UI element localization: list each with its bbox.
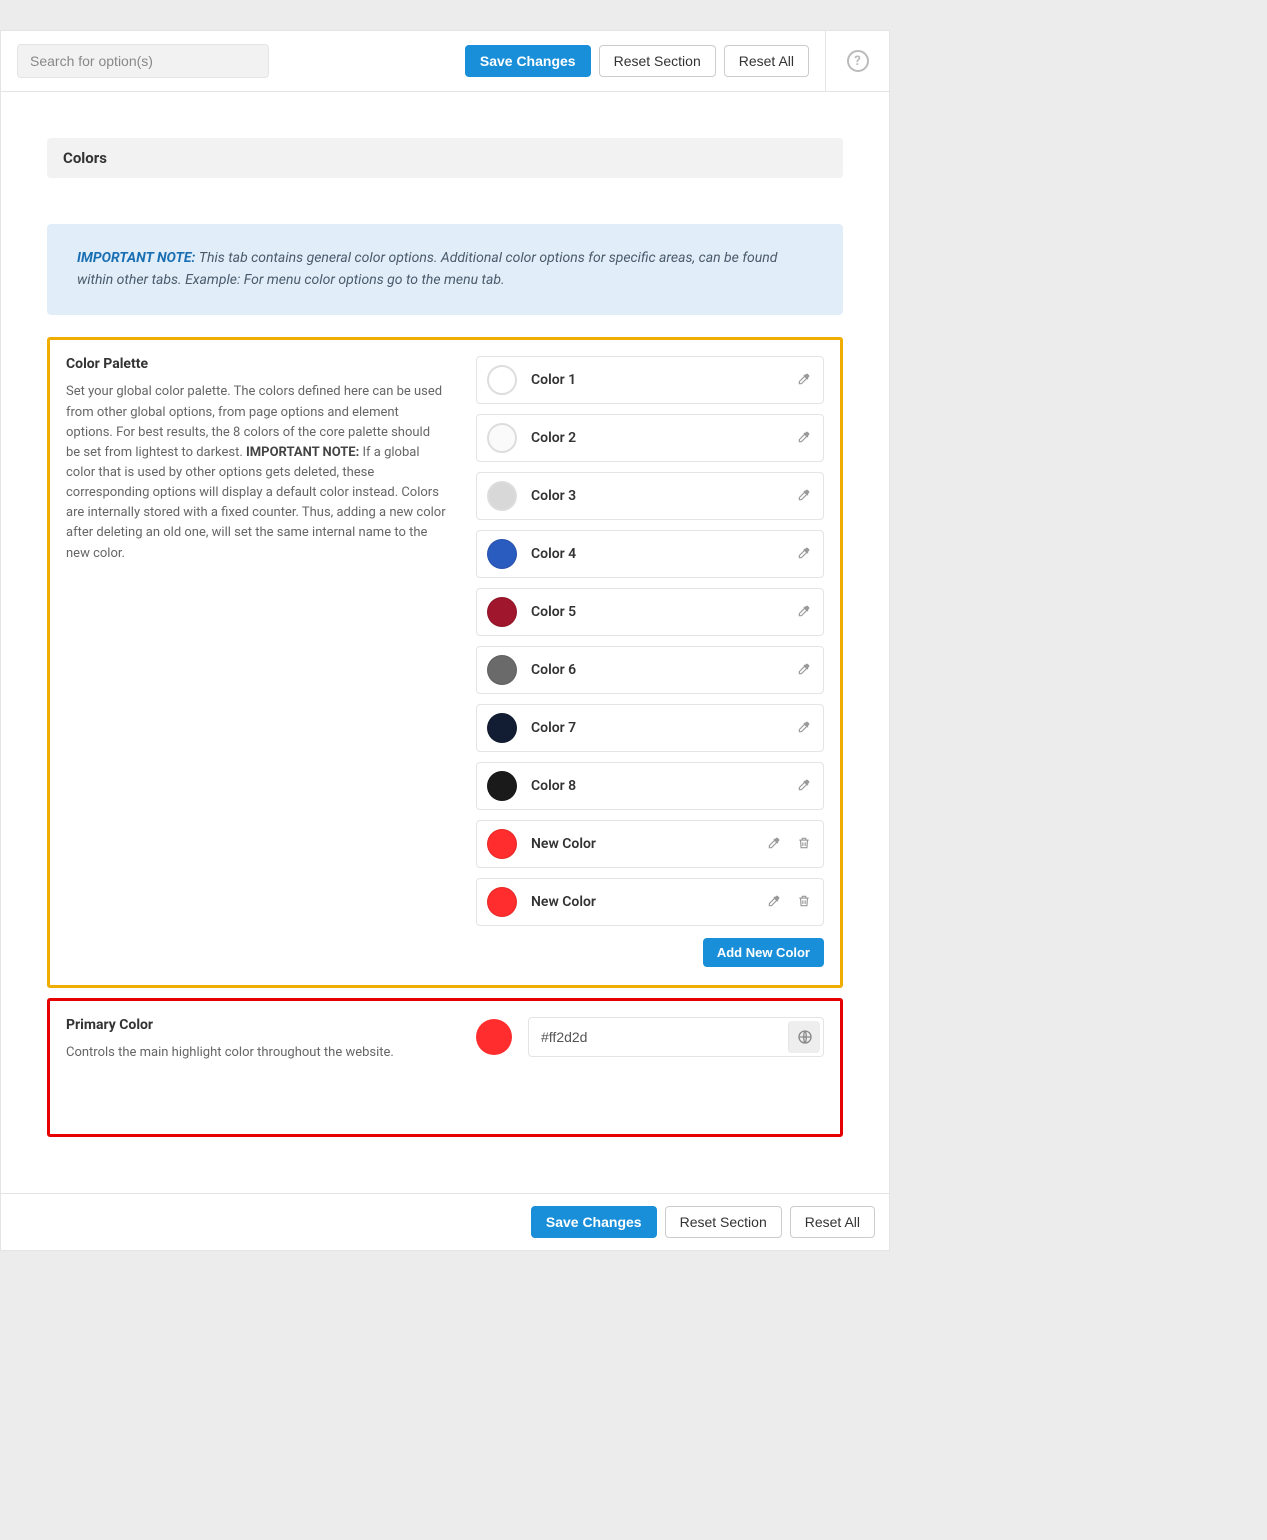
add-new-color-button[interactable]: Add New Color (703, 938, 824, 967)
reset-section-button-bottom[interactable]: Reset Section (665, 1206, 782, 1238)
eyedropper-icon[interactable] (797, 720, 813, 736)
eyedropper-icon[interactable] (797, 430, 813, 446)
color-row[interactable]: Color 5 (476, 588, 824, 636)
color-row[interactable]: Color 7 (476, 704, 824, 752)
color-label: Color 1 (531, 372, 783, 388)
reset-all-button[interactable]: Reset All (724, 45, 809, 77)
primary-color-section: Primary Color Controls the main highligh… (47, 998, 843, 1136)
color-label: Color 5 (531, 604, 783, 620)
color-row[interactable]: Color 2 (476, 414, 824, 462)
color-label: Color 7 (531, 720, 783, 736)
color-swatch[interactable] (487, 771, 517, 801)
save-button[interactable]: Save Changes (465, 45, 591, 77)
color-row[interactable]: New Color (476, 820, 824, 868)
eyedropper-icon[interactable] (797, 546, 813, 562)
reset-all-button-bottom[interactable]: Reset All (790, 1206, 875, 1238)
primary-color-title: Primary Color (66, 1017, 446, 1033)
color-swatch[interactable] (487, 423, 517, 453)
trash-icon[interactable] (797, 894, 813, 910)
palette-description: Set your global color palette. The color… (66, 382, 446, 563)
color-swatch[interactable] (487, 481, 517, 511)
color-palette-section: Color Palette Set your global color pale… (47, 337, 843, 988)
color-row[interactable]: Color 3 (476, 472, 824, 520)
color-swatch[interactable] (487, 539, 517, 569)
eyedropper-icon[interactable] (767, 836, 783, 852)
eyedropper-icon[interactable] (797, 662, 813, 678)
color-swatch[interactable] (487, 365, 517, 395)
eyedropper-icon[interactable] (797, 604, 813, 620)
color-label: Color 2 (531, 430, 783, 446)
trash-icon[interactable] (797, 836, 813, 852)
color-row[interactable]: Color 8 (476, 762, 824, 810)
color-row[interactable]: New Color (476, 878, 824, 926)
color-label: Color 6 (531, 662, 783, 678)
color-label: Color 4 (531, 546, 783, 562)
color-swatch[interactable] (487, 829, 517, 859)
color-label: New Color (531, 836, 753, 852)
section-title: Colors (47, 138, 843, 178)
color-swatch[interactable] (487, 655, 517, 685)
color-label: Color 3 (531, 488, 783, 504)
help-icon[interactable]: ? (847, 50, 869, 72)
bottombar: Save Changes Reset Section Reset All (1, 1193, 889, 1250)
eyedropper-icon[interactable] (797, 488, 813, 504)
important-note-box: IMPORTANT NOTE: This tab contains genera… (47, 224, 843, 315)
color-swatch[interactable] (487, 713, 517, 743)
primary-color-swatch[interactable] (476, 1019, 512, 1055)
color-label: New Color (531, 894, 753, 910)
eyedropper-icon[interactable] (767, 894, 783, 910)
primary-color-description: Controls the main highlight color throug… (66, 1043, 446, 1063)
color-swatch[interactable] (487, 597, 517, 627)
save-button-bottom[interactable]: Save Changes (531, 1206, 657, 1238)
topbar: Save Changes Reset Section Reset All ? (1, 31, 889, 92)
globe-icon[interactable] (788, 1021, 820, 1053)
primary-color-input[interactable] (529, 1020, 785, 1054)
color-row[interactable]: Color 1 (476, 356, 824, 404)
eyedropper-icon[interactable] (797, 372, 813, 388)
color-row[interactable]: Color 6 (476, 646, 824, 694)
search-input[interactable] (17, 44, 269, 78)
palette-title: Color Palette (66, 356, 446, 372)
color-label: Color 8 (531, 778, 783, 794)
reset-section-button[interactable]: Reset Section (599, 45, 716, 77)
color-swatch[interactable] (487, 887, 517, 917)
eyedropper-icon[interactable] (797, 778, 813, 794)
note-title: IMPORTANT NOTE: (77, 250, 195, 266)
color-row[interactable]: Color 4 (476, 530, 824, 578)
